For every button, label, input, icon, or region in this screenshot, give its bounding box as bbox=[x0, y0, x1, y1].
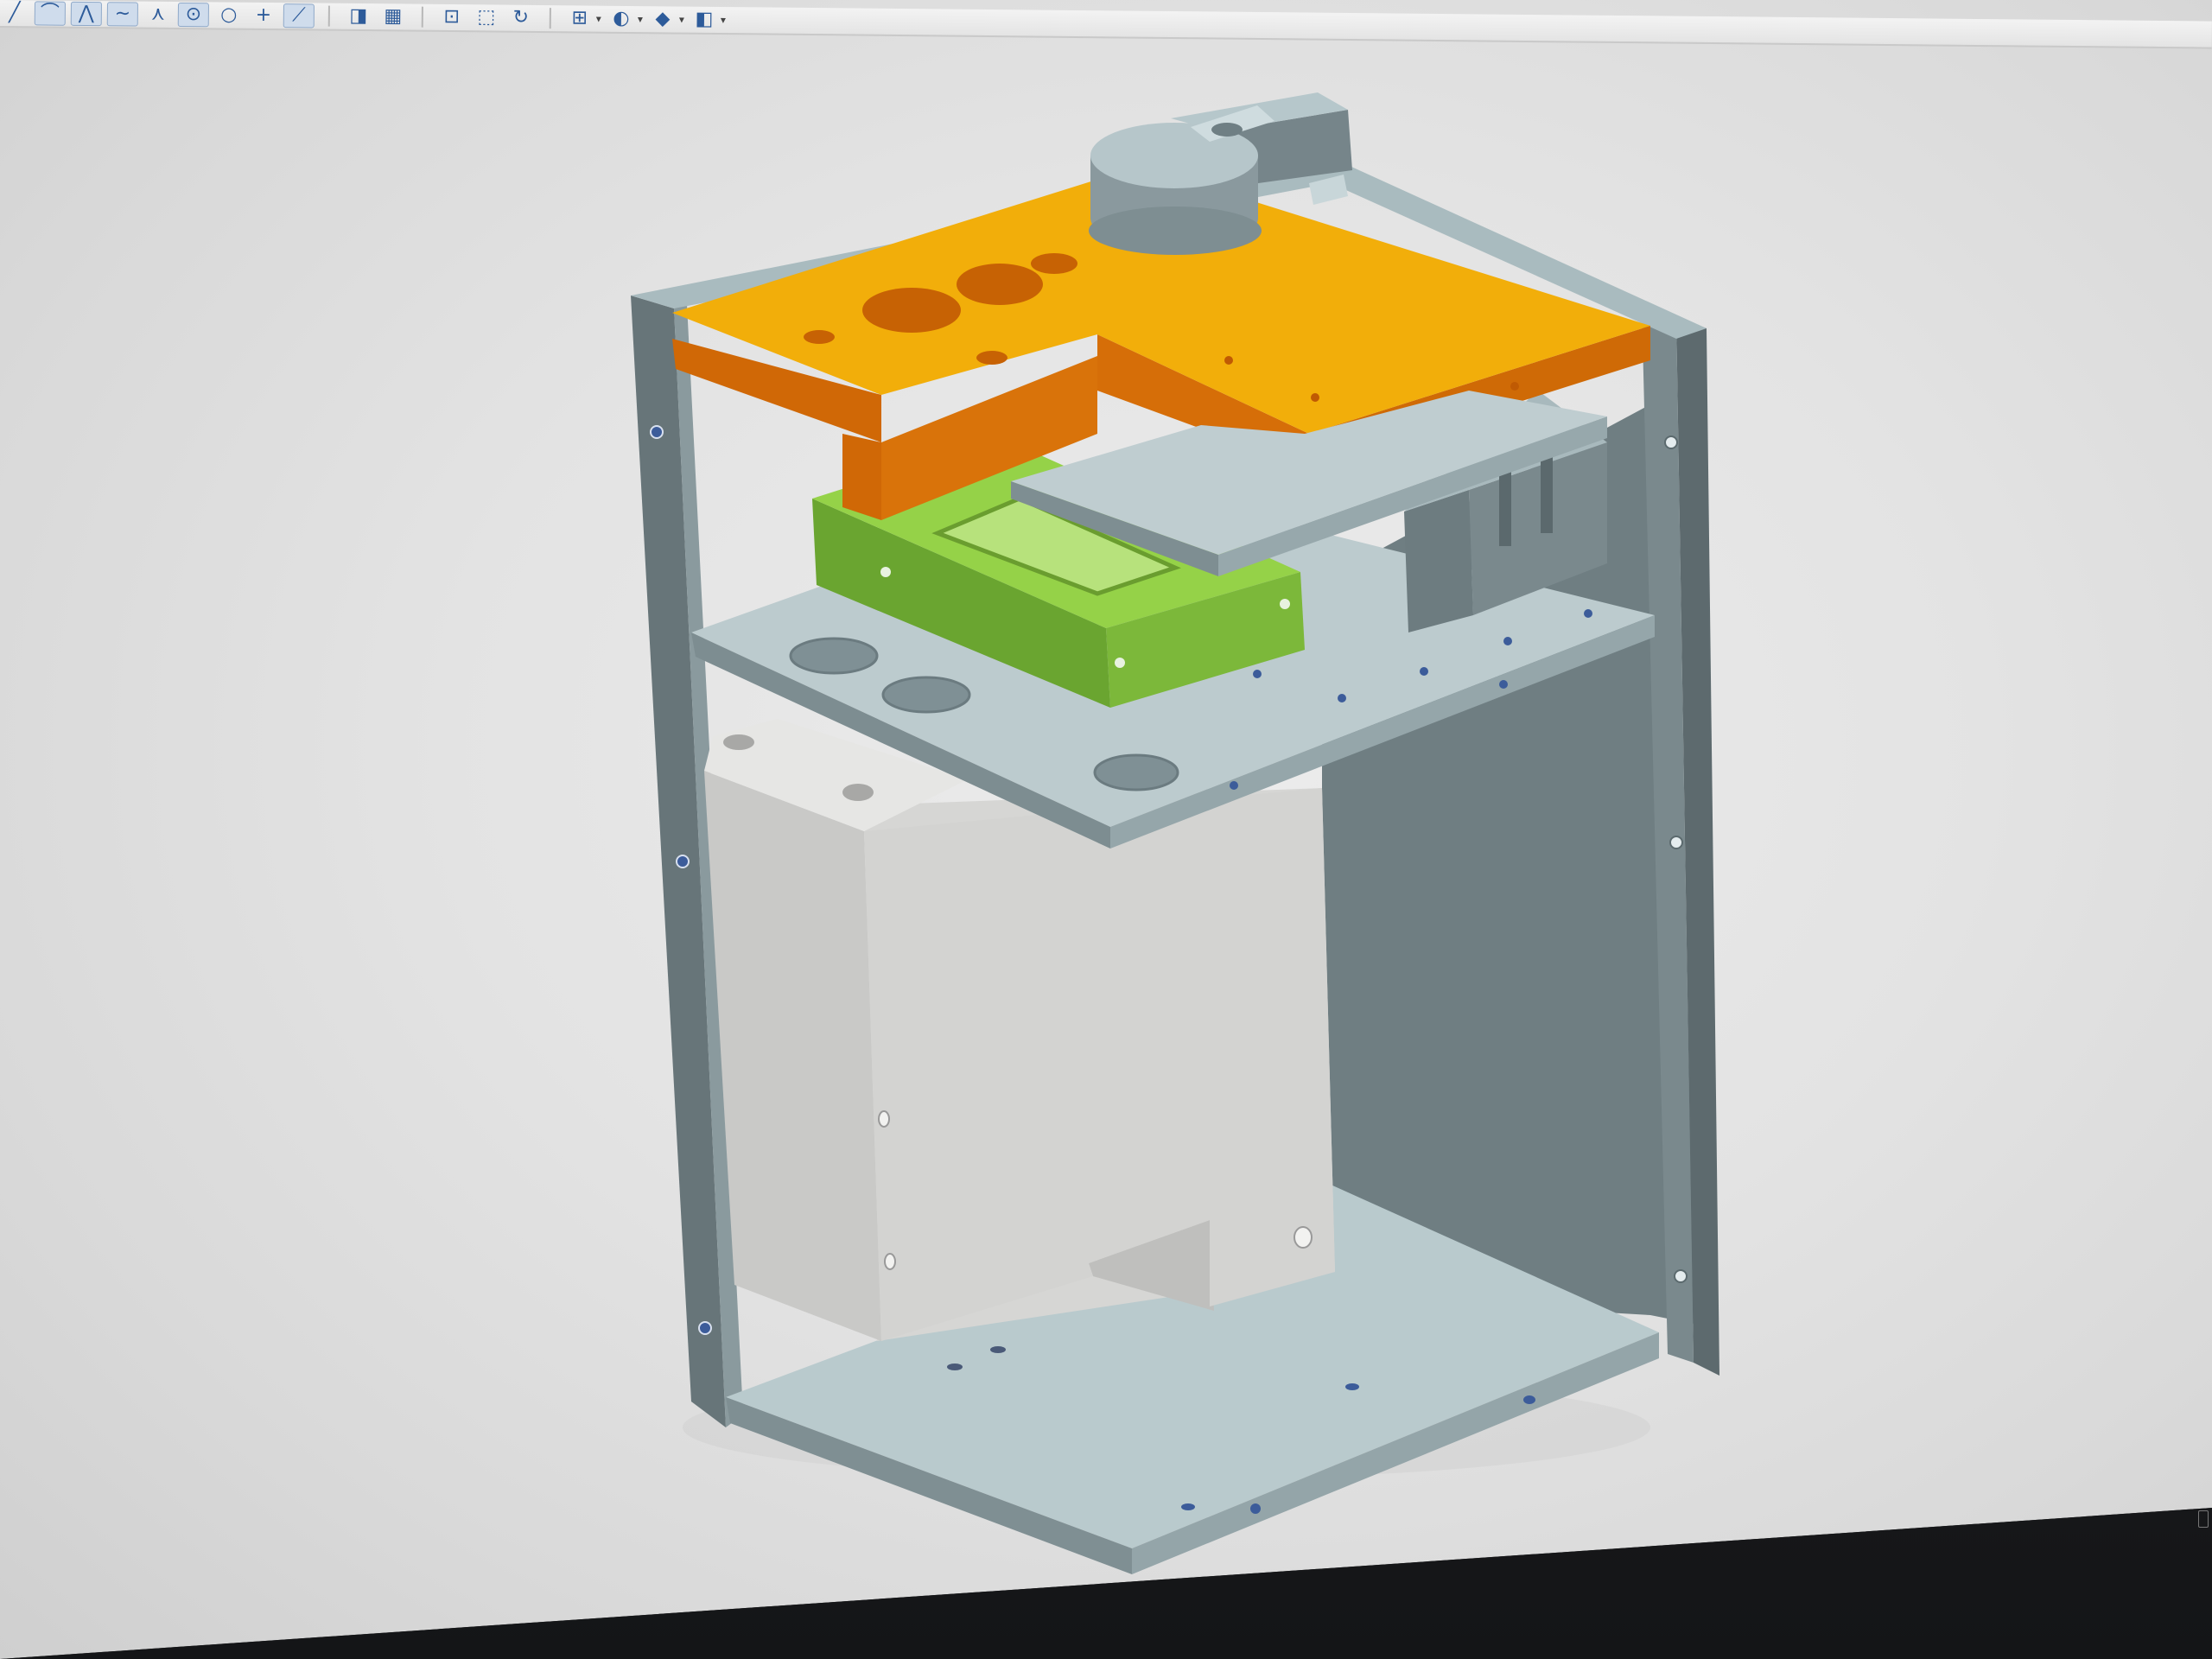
cad-viewport[interactable] bbox=[0, 28, 2212, 1659]
chevron-down-icon[interactable]: ▾ bbox=[596, 13, 601, 25]
frame-screw bbox=[676, 855, 690, 868]
shelf-screw-hole bbox=[1230, 781, 1238, 790]
mounting-block-slot bbox=[1541, 451, 1553, 533]
rotary-base-disc[interactable] bbox=[1089, 207, 1262, 255]
shelf-screw-hole bbox=[1584, 609, 1592, 618]
orange-plate-hole-small bbox=[976, 351, 1007, 365]
monitor-sensor bbox=[2198, 1510, 2209, 1528]
circle-icon[interactable]: ○ bbox=[214, 3, 244, 26]
sketch-arc-icon[interactable]: ⌒ bbox=[34, 1, 66, 26]
toolbar-separator bbox=[421, 6, 423, 28]
frame-screw bbox=[698, 1321, 712, 1335]
orange-plate-hole-large bbox=[862, 288, 961, 333]
rotary-clamp-hole bbox=[1211, 123, 1243, 137]
orange-plate-hole-small bbox=[804, 330, 835, 344]
base-hole bbox=[947, 1363, 963, 1370]
orange-plate-hole bbox=[1031, 253, 1077, 274]
chevron-down-icon[interactable]: ▾ bbox=[721, 14, 726, 26]
shelf-hole-large bbox=[1093, 753, 1179, 791]
pattern-icon[interactable]: ▦ bbox=[378, 5, 408, 28]
circle-center-icon[interactable]: ⊙ bbox=[177, 2, 209, 28]
mounting-block-slot bbox=[1499, 464, 1511, 546]
rotate-view-icon[interactable]: ↻ bbox=[506, 7, 536, 29]
shelf-hole-large bbox=[789, 637, 879, 675]
toolbar-separator bbox=[549, 8, 551, 29]
base-hole bbox=[1345, 1383, 1359, 1390]
base-hole bbox=[1181, 1503, 1195, 1510]
base-hole bbox=[1523, 1395, 1535, 1404]
green-tray-screw bbox=[880, 567, 891, 577]
motor-box-screw bbox=[723, 734, 754, 750]
sketch-line-icon[interactable]: ╱ bbox=[0, 2, 29, 24]
frame-screw bbox=[1674, 1269, 1688, 1283]
extrude-icon[interactable]: ◨ bbox=[344, 5, 373, 28]
green-tray-screw bbox=[1280, 599, 1290, 609]
orange-plate-hole-large bbox=[957, 264, 1043, 305]
shelf-screw-hole bbox=[1253, 670, 1262, 678]
chevron-down-icon[interactable]: ▾ bbox=[638, 13, 643, 25]
sketch-polyline-icon[interactable]: ⋀ bbox=[70, 1, 102, 27]
motor-box-front-face[interactable] bbox=[864, 788, 1335, 1341]
trim-line-icon[interactable]: ⟋ bbox=[283, 3, 315, 29]
toolbar-separator bbox=[327, 5, 330, 27]
sketch-intersect-icon[interactable]: ⋏ bbox=[143, 3, 173, 26]
motor-box-screw bbox=[842, 784, 874, 801]
mounting-block-front[interactable] bbox=[1404, 490, 1473, 632]
zoom-window-icon[interactable]: ⬚ bbox=[472, 6, 501, 29]
orange-plate-pin bbox=[1311, 393, 1319, 402]
view-orientation-icon[interactable]: ⊞ bbox=[565, 7, 594, 29]
assembly-model[interactable] bbox=[631, 92, 1719, 1574]
chevron-down-icon[interactable]: ▾ bbox=[679, 14, 684, 26]
zoom-fit-icon[interactable]: ⊡ bbox=[437, 6, 467, 29]
shelf-screw-hole bbox=[1420, 667, 1428, 676]
motor-box-hole bbox=[878, 1110, 890, 1128]
shelf-screw-hole bbox=[1503, 637, 1512, 645]
frame-screw bbox=[1669, 836, 1683, 849]
shelf-screw-hole bbox=[1338, 694, 1346, 702]
base-hole bbox=[990, 1346, 1006, 1353]
green-tray-screw bbox=[1115, 658, 1125, 668]
shelf-hole-large bbox=[881, 676, 971, 714]
point-icon[interactable]: + bbox=[249, 4, 278, 27]
orange-plate-pin bbox=[1224, 356, 1233, 365]
orange-plate-pin bbox=[1510, 382, 1519, 391]
frame-screw bbox=[650, 425, 664, 439]
base-hole bbox=[1250, 1503, 1261, 1514]
motor-box-hole bbox=[884, 1253, 896, 1270]
frame-screw bbox=[1664, 435, 1678, 449]
cad-application-screen: ╱ ⌒ ⋀ ∼ ⋏ ⊙ ○ + ⟋ ◨ ▦ ⊡ ⬚ ↻ ⊞ ▾ ◐ ▾ ◆ ▾ ◧ ▾ bbox=[0, 0, 2212, 1659]
orange-block-front-left[interactable] bbox=[842, 434, 881, 520]
motor-box-hole bbox=[1294, 1226, 1313, 1249]
shelf-screw-hole bbox=[1499, 680, 1508, 689]
sketch-spline-icon[interactable]: ∼ bbox=[106, 2, 138, 27]
